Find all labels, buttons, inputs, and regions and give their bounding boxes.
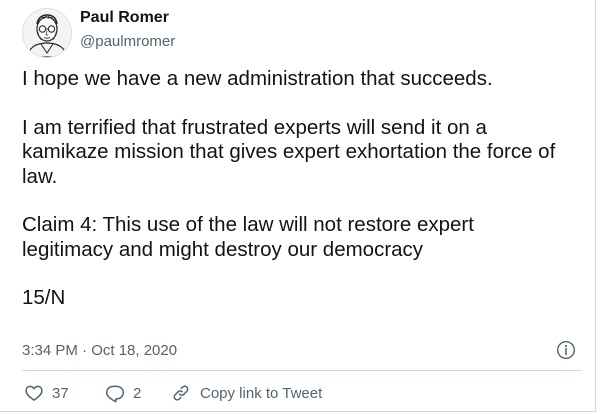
- tweet-line: legitimacy and might destroy our democra…: [22, 237, 424, 261]
- author-handle[interactable]: @paulmromer: [80, 33, 175, 50]
- tweet-line: I hope we have a new administration that…: [22, 67, 493, 90]
- divider: [22, 370, 582, 371]
- reply-bubble-icon: [105, 385, 125, 403]
- link-icon: [173, 385, 189, 401]
- tweet-line: I am terrified that frustrated experts w…: [22, 115, 487, 139]
- tweet-line: law.: [22, 164, 58, 188]
- reply-count: 2: [133, 384, 142, 402]
- copy-link-button[interactable]: Copy link to Tweet: [171, 382, 322, 404]
- tweet-line: Claim 4: This use of the law will not re…: [22, 213, 474, 236]
- copy-link-label: Copy link to Tweet: [200, 384, 323, 402]
- tweet-text: I hope we have a new administration that…: [22, 67, 582, 311]
- like-button[interactable]: 37: [24, 382, 69, 404]
- tweet-line: 15/N: [22, 286, 66, 309]
- author-name[interactable]: Paul Romer: [80, 9, 169, 27]
- reply-button[interactable]: 2: [105, 382, 141, 404]
- avatar[interactable]: [22, 8, 72, 58]
- tweet-card: Paul Romer @paulmromer I hope we have a …: [0, 0, 596, 412]
- avatar-portrait-sketch: [23, 9, 71, 57]
- tweet-line: kamikaze mission that gives expert exhor…: [22, 140, 556, 163]
- info-icon[interactable]: [556, 340, 576, 360]
- heart-icon: [25, 385, 43, 401]
- tweet-timestamp[interactable]: 3:34 PM · Oct 18, 2020: [22, 342, 177, 359]
- like-count: 37: [52, 384, 69, 402]
